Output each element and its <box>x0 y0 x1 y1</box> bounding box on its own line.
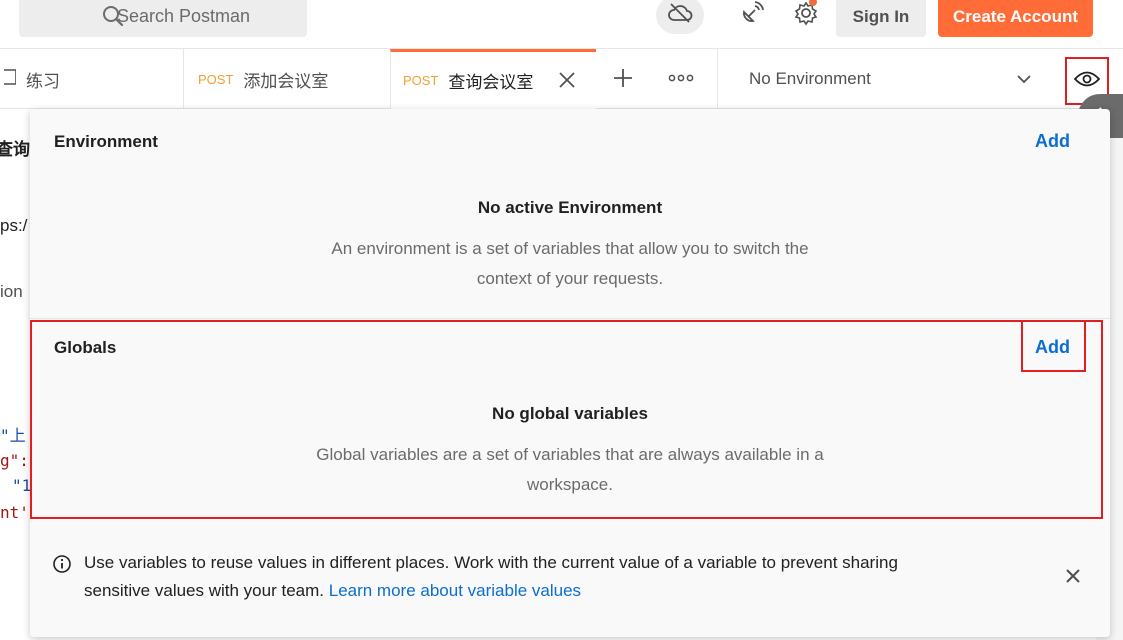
environment-description-line: context of your requests. <box>476 269 664 288</box>
sync-status-button[interactable] <box>656 0 704 34</box>
code-line: "1 <box>12 476 32 495</box>
more-tabs-icon[interactable] <box>668 67 694 94</box>
search-input[interactable]: Search Postman <box>19 0 307 37</box>
tab-practice[interactable]: 练习 <box>0 49 183 109</box>
tab-add-room[interactable]: POST 添加会议室 <box>183 49 390 109</box>
globals-description-line: Global variables are a set of variables … <box>316 445 824 464</box>
eye-icon <box>1073 70 1101 93</box>
add-global-button[interactable]: Add <box>1035 337 1070 358</box>
tab-method: POST <box>198 71 234 87</box>
info-text-line: sensitive values with your team. <box>84 581 324 600</box>
close-info-icon[interactable] <box>1064 567 1082 590</box>
cloud-offline-icon <box>667 2 693 29</box>
satellite-button[interactable] <box>733 0 771 34</box>
globals-description-line: workspace. <box>527 475 613 494</box>
tab-label: 查询会议室 <box>448 73 534 92</box>
sign-in-button[interactable]: Sign In <box>836 0 926 37</box>
section-divider <box>30 318 1110 319</box>
code-line: nt' <box>0 503 29 522</box>
globals-section-title: Globals <box>54 338 117 357</box>
chevron-down-icon <box>1015 70 1033 93</box>
code-line: g": <box>0 451 29 470</box>
tab-label: 添加会议室 <box>243 71 329 91</box>
code-line: "上 <box>0 426 26 445</box>
satellite-icon <box>739 0 765 31</box>
variables-info-banner: Use variables to reuse values in differe… <box>52 549 1052 605</box>
search-icon <box>101 4 125 33</box>
info-icon <box>52 554 72 583</box>
info-text-line: Use variables to reuse values in differe… <box>84 553 898 572</box>
url-fragment: ps:/ <box>0 216 28 235</box>
close-tab-icon[interactable] <box>558 71 576 94</box>
tab-query-room[interactable]: POST 查询会议室 <box>390 49 596 109</box>
settings-button[interactable] <box>788 0 824 34</box>
learn-more-link[interactable]: Learn more about variable values <box>329 581 581 600</box>
no-environment-title: No active Environment <box>477 198 663 217</box>
tab-bar: 练习 POST 添加会议室 POST 查询会议室 No Environment <box>0 49 1123 109</box>
variables-quick-look-panel: Environment Add No active Environment An… <box>30 109 1110 637</box>
new-tab-plus-icon[interactable] <box>612 67 634 94</box>
environment-selector[interactable]: No Environment <box>717 49 1065 109</box>
tab-method: POST <box>403 73 439 88</box>
create-account-button[interactable]: Create Account <box>938 0 1093 37</box>
tab-label: 练习 <box>26 71 60 91</box>
environment-section-title: Environment <box>54 132 158 151</box>
environment-selector-value: No Environment <box>749 69 871 88</box>
environment-description-line: An environment is a set of variables tha… <box>331 239 809 258</box>
add-environment-button[interactable]: Add <box>1035 131 1070 152</box>
text-fragment: ion <box>0 282 23 301</box>
no-globals-title: No global variables <box>492 404 648 423</box>
collection-icon <box>4 67 17 92</box>
top-bar: Search Postman Sign In Create Account <box>0 0 1123 49</box>
search-placeholder: Search Postman <box>117 6 251 26</box>
